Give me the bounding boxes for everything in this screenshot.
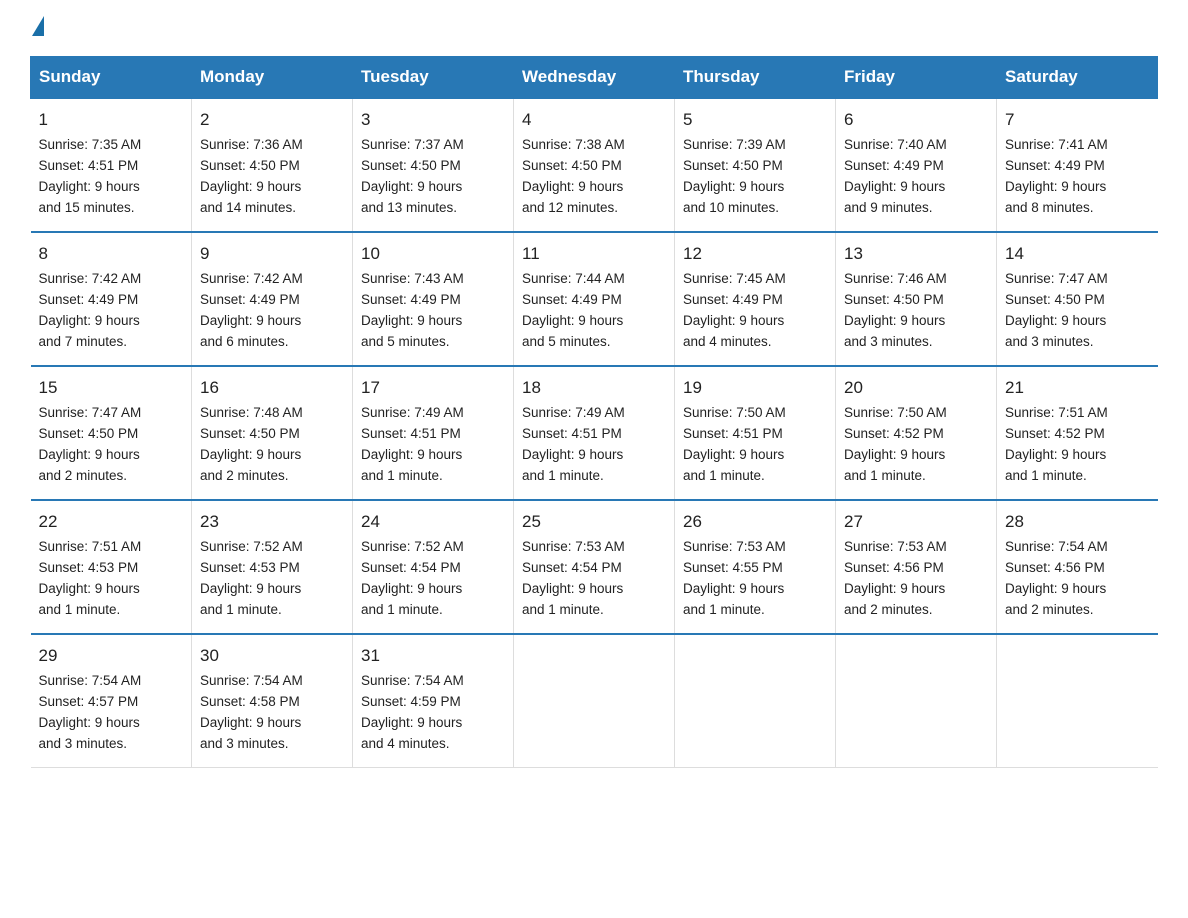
day-number: 26 [683,509,827,535]
calendar-cell: 5Sunrise: 7:39 AMSunset: 4:50 PMDaylight… [675,98,836,232]
calendar-cell: 17Sunrise: 7:49 AMSunset: 4:51 PMDayligh… [353,366,514,500]
calendar-cell: 9Sunrise: 7:42 AMSunset: 4:49 PMDaylight… [192,232,353,366]
calendar-week-row-5: 29Sunrise: 7:54 AMSunset: 4:57 PMDayligh… [31,634,1158,768]
calendar-cell: 22Sunrise: 7:51 AMSunset: 4:53 PMDayligh… [31,500,192,634]
calendar-cell: 10Sunrise: 7:43 AMSunset: 4:49 PMDayligh… [353,232,514,366]
day-number: 23 [200,509,344,535]
calendar-cell: 15Sunrise: 7:47 AMSunset: 4:50 PMDayligh… [31,366,192,500]
day-number: 18 [522,375,666,401]
calendar-cell: 21Sunrise: 7:51 AMSunset: 4:52 PMDayligh… [997,366,1158,500]
day-number: 21 [1005,375,1150,401]
weekday-header-tuesday: Tuesday [353,57,514,99]
day-number: 13 [844,241,988,267]
calendar-cell: 31Sunrise: 7:54 AMSunset: 4:59 PMDayligh… [353,634,514,768]
calendar-cell: 2Sunrise: 7:36 AMSunset: 4:50 PMDaylight… [192,98,353,232]
day-number: 7 [1005,107,1150,133]
day-number: 5 [683,107,827,133]
calendar-cell [836,634,997,768]
day-number: 8 [39,241,184,267]
day-number: 9 [200,241,344,267]
weekday-header-friday: Friday [836,57,997,99]
calendar-cell: 29Sunrise: 7:54 AMSunset: 4:57 PMDayligh… [31,634,192,768]
day-number: 15 [39,375,184,401]
calendar-cell: 8Sunrise: 7:42 AMSunset: 4:49 PMDaylight… [31,232,192,366]
weekday-header-row: SundayMondayTuesdayWednesdayThursdayFrid… [31,57,1158,99]
day-number: 16 [200,375,344,401]
calendar-cell: 7Sunrise: 7:41 AMSunset: 4:49 PMDaylight… [997,98,1158,232]
weekday-header-saturday: Saturday [997,57,1158,99]
day-number: 19 [683,375,827,401]
weekday-header-thursday: Thursday [675,57,836,99]
calendar-cell: 3Sunrise: 7:37 AMSunset: 4:50 PMDaylight… [353,98,514,232]
day-number: 2 [200,107,344,133]
calendar-header: SundayMondayTuesdayWednesdayThursdayFrid… [31,57,1158,99]
calendar-cell: 16Sunrise: 7:48 AMSunset: 4:50 PMDayligh… [192,366,353,500]
calendar-cell: 28Sunrise: 7:54 AMSunset: 4:56 PMDayligh… [997,500,1158,634]
calendar-cell: 4Sunrise: 7:38 AMSunset: 4:50 PMDaylight… [514,98,675,232]
calendar-cell: 30Sunrise: 7:54 AMSunset: 4:58 PMDayligh… [192,634,353,768]
calendar-cell: 18Sunrise: 7:49 AMSunset: 4:51 PMDayligh… [514,366,675,500]
day-number: 4 [522,107,666,133]
day-number: 11 [522,241,666,267]
day-number: 1 [39,107,184,133]
calendar-cell: 20Sunrise: 7:50 AMSunset: 4:52 PMDayligh… [836,366,997,500]
calendar-cell: 13Sunrise: 7:46 AMSunset: 4:50 PMDayligh… [836,232,997,366]
calendar-cell: 19Sunrise: 7:50 AMSunset: 4:51 PMDayligh… [675,366,836,500]
calendar-cell: 14Sunrise: 7:47 AMSunset: 4:50 PMDayligh… [997,232,1158,366]
weekday-header-wednesday: Wednesday [514,57,675,99]
day-number: 30 [200,643,344,669]
calendar-body: 1Sunrise: 7:35 AMSunset: 4:51 PMDaylight… [31,98,1158,768]
day-number: 27 [844,509,988,535]
day-number: 6 [844,107,988,133]
day-number: 25 [522,509,666,535]
weekday-header-sunday: Sunday [31,57,192,99]
page-header [30,20,1158,36]
day-number: 20 [844,375,988,401]
calendar-cell: 23Sunrise: 7:52 AMSunset: 4:53 PMDayligh… [192,500,353,634]
calendar-week-row-2: 8Sunrise: 7:42 AMSunset: 4:49 PMDaylight… [31,232,1158,366]
day-number: 3 [361,107,505,133]
calendar-cell: 24Sunrise: 7:52 AMSunset: 4:54 PMDayligh… [353,500,514,634]
day-number: 28 [1005,509,1150,535]
day-number: 24 [361,509,505,535]
day-number: 17 [361,375,505,401]
logo-triangle-icon [32,16,44,36]
calendar-week-row-3: 15Sunrise: 7:47 AMSunset: 4:50 PMDayligh… [31,366,1158,500]
day-number: 14 [1005,241,1150,267]
calendar-table: SundayMondayTuesdayWednesdayThursdayFrid… [30,56,1158,768]
weekday-header-monday: Monday [192,57,353,99]
calendar-cell [997,634,1158,768]
calendar-cell: 26Sunrise: 7:53 AMSunset: 4:55 PMDayligh… [675,500,836,634]
day-number: 22 [39,509,184,535]
calendar-cell: 1Sunrise: 7:35 AMSunset: 4:51 PMDaylight… [31,98,192,232]
calendar-cell: 11Sunrise: 7:44 AMSunset: 4:49 PMDayligh… [514,232,675,366]
logo [30,20,44,36]
calendar-week-row-1: 1Sunrise: 7:35 AMSunset: 4:51 PMDaylight… [31,98,1158,232]
day-number: 12 [683,241,827,267]
calendar-cell: 12Sunrise: 7:45 AMSunset: 4:49 PMDayligh… [675,232,836,366]
day-number: 29 [39,643,184,669]
calendar-week-row-4: 22Sunrise: 7:51 AMSunset: 4:53 PMDayligh… [31,500,1158,634]
calendar-cell: 25Sunrise: 7:53 AMSunset: 4:54 PMDayligh… [514,500,675,634]
calendar-cell [675,634,836,768]
day-number: 10 [361,241,505,267]
day-number: 31 [361,643,505,669]
calendar-cell [514,634,675,768]
calendar-cell: 6Sunrise: 7:40 AMSunset: 4:49 PMDaylight… [836,98,997,232]
calendar-cell: 27Sunrise: 7:53 AMSunset: 4:56 PMDayligh… [836,500,997,634]
